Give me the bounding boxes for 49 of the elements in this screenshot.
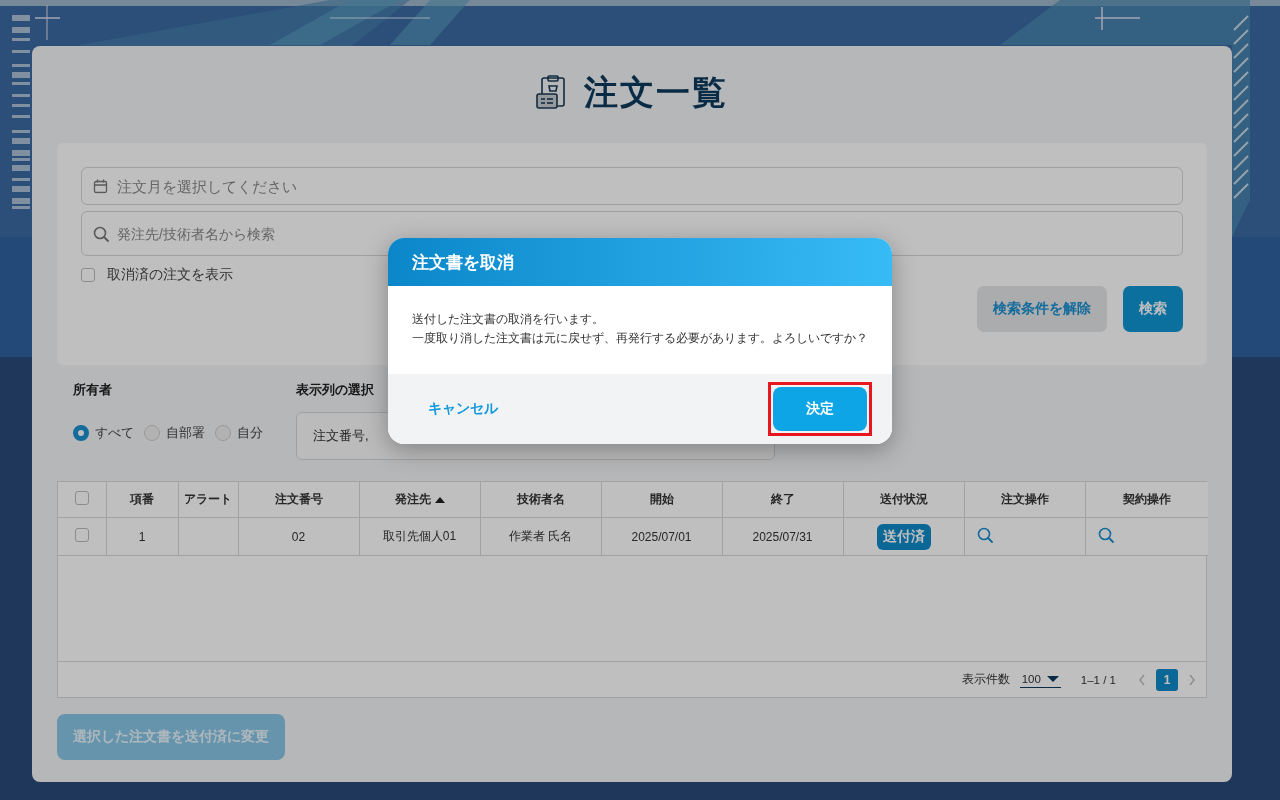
month-field[interactable]: 注文月を選択してください xyxy=(81,167,1183,205)
radio-button[interactable] xyxy=(144,425,160,441)
confirm-button[interactable]: 決定 xyxy=(773,387,867,431)
status-badge: 送付済 xyxy=(876,523,931,550)
checkbox-label: 取消済の注文を表示 xyxy=(107,266,233,284)
calendar-icon xyxy=(93,178,108,194)
clear-button[interactable]: 検索条件を解除 xyxy=(977,286,1107,332)
table-cell: 1 xyxy=(138,529,146,544)
table-cell: 2025/07/31 xyxy=(752,529,813,544)
table-cell: 作業者 氏名 xyxy=(508,529,573,543)
search-icon[interactable] xyxy=(1097,527,1114,543)
column-header: 開始 xyxy=(601,482,722,518)
radio-label: すべて xyxy=(95,424,134,442)
column-header: 注文番号 xyxy=(238,482,359,518)
column-header: 契約操作 xyxy=(1085,482,1208,518)
checkbox[interactable] xyxy=(81,268,95,282)
table-cell: 02 xyxy=(291,529,306,544)
columns-label: 表示列の選択 xyxy=(296,381,375,399)
radio-label: 自分 xyxy=(237,424,263,442)
column-header: 発注先 xyxy=(359,482,480,518)
dialog-message: 送付した注文書の取消を行います。 xyxy=(412,311,605,328)
page-button[interactable]: 1 xyxy=(1156,668,1178,691)
dialog-message: 一度取り消した注文書は元に戻せず、再発行する必要があります。よろしいですか？ xyxy=(412,330,868,347)
column-header: 技術者名 xyxy=(480,482,601,518)
page-title: 注文一覧 xyxy=(584,72,728,113)
cancel-button[interactable]: キャンセル xyxy=(428,394,498,424)
per-page-label: 表示件数 xyxy=(961,672,1010,687)
table-cell: 2025/07/01 xyxy=(631,529,692,544)
column-header: 送付状況 xyxy=(843,482,964,518)
chevron-right-icon xyxy=(1188,673,1196,686)
radio-label: 自部署 xyxy=(166,424,205,442)
per-page-select[interactable]: 100 xyxy=(1019,671,1061,688)
table-cell: 取引先個人01 xyxy=(382,529,457,543)
radio-button[interactable] xyxy=(73,425,89,441)
owner-label: 所有者 xyxy=(73,381,113,399)
checkbox[interactable] xyxy=(74,491,89,505)
checkbox[interactable] xyxy=(74,528,89,542)
column-header: 終了 xyxy=(722,482,843,518)
radio-button[interactable] xyxy=(215,425,231,441)
column-header: アラート xyxy=(178,482,238,518)
search-button[interactable]: 検索 xyxy=(1123,286,1183,332)
chevron-left-icon xyxy=(1138,673,1146,686)
search-icon[interactable] xyxy=(976,527,993,543)
search-icon xyxy=(93,225,109,242)
clipboard-icon xyxy=(536,75,568,111)
dialog-title: 注文書を取消 xyxy=(388,238,892,286)
column-header: 項番 xyxy=(106,482,178,518)
page-range: 1–1 / 1 xyxy=(1080,673,1116,686)
column-header: 注文操作 xyxy=(964,482,1085,518)
